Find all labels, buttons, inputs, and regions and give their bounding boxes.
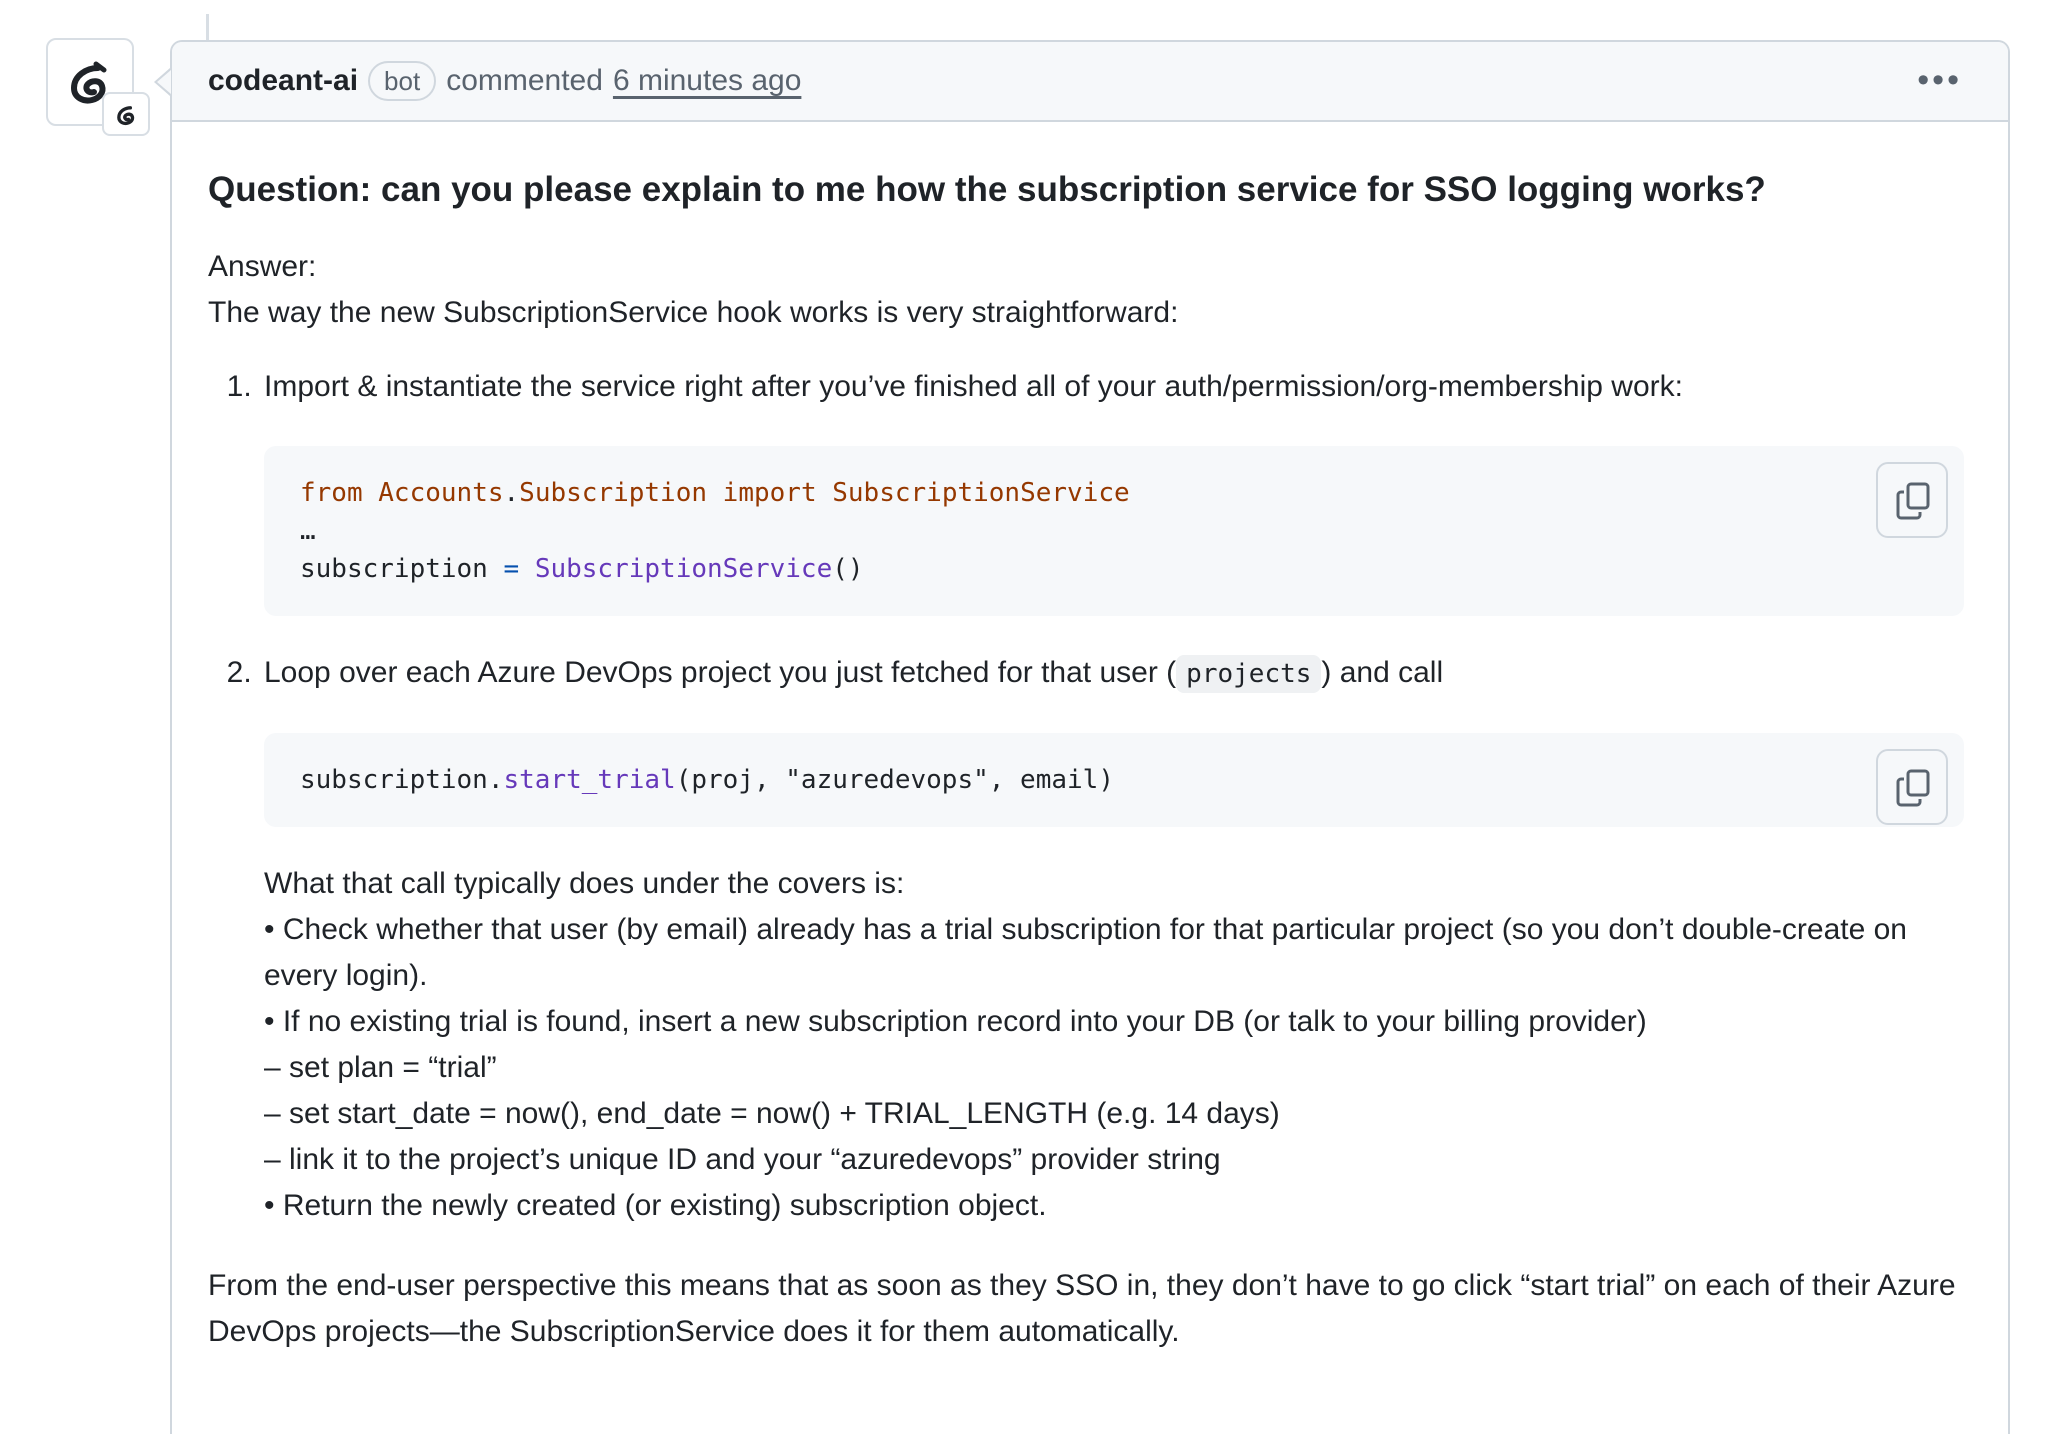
code-line: subscription.start_trial(proj, "azuredev… xyxy=(300,761,1928,799)
comment-action: commented xyxy=(446,64,603,97)
codeant-logo-small-icon xyxy=(117,106,135,126)
detail-line: • Check whether that user (by email) alr… xyxy=(264,913,1907,992)
code-token: from xyxy=(300,478,363,508)
closing-paragraph: From the end-user perspective this means… xyxy=(208,1269,1956,1348)
comment-body: Question: can you please explain to me h… xyxy=(172,168,2008,1355)
comment-timestamp-link[interactable]: 6 minutes ago xyxy=(613,64,801,98)
list-item: Import & instantiate the service right a… xyxy=(260,364,1972,616)
code-token: . xyxy=(487,765,504,795)
detail-line: What that call typically does under the … xyxy=(264,867,905,900)
bot-avatar-badge xyxy=(102,92,150,136)
answer-intro: The way the new SubscriptionService hook… xyxy=(208,296,1179,329)
code-token: SubscriptionService xyxy=(534,554,833,584)
step1-text: Import & instantiate the service right a… xyxy=(264,370,1683,403)
more-options-button[interactable]: ••• xyxy=(1917,63,1962,97)
code-token: SubscriptionService xyxy=(832,478,1130,508)
timeline-line xyxy=(206,14,209,40)
step2-text-end: ) and call xyxy=(1321,656,1444,689)
code-line: from Accounts.Subscription import Subscr… xyxy=(300,474,1928,512)
inline-code: projects xyxy=(1176,655,1322,693)
list-item: Loop over each Azure DevOps project you … xyxy=(260,650,1972,1229)
question-heading: Question: can you please explain to me h… xyxy=(208,170,1766,209)
detail-line: – set plan = “trial” xyxy=(264,1051,497,1084)
answer-label: Answer: xyxy=(208,250,317,283)
comment-header: codeant-ai bot commented 6 minutes ago •… xyxy=(172,42,2008,122)
code-token: subscription xyxy=(300,554,488,584)
code-token: Accounts xyxy=(378,478,504,508)
steps-list: Import & instantiate the service right a… xyxy=(208,364,1972,1229)
step2-text: Loop over each Azure DevOps project you … xyxy=(264,656,1177,689)
detail-line: • Return the newly created (or existing)… xyxy=(264,1189,1047,1222)
code-token: start_trial xyxy=(503,765,676,795)
code-token: . xyxy=(503,478,520,508)
code-block-import: from Accounts.Subscription import Subscr… xyxy=(264,446,1964,616)
code-token: () xyxy=(832,554,864,584)
code-token: Subscription xyxy=(519,478,708,508)
code-token: (proj, "azuredevops", email) xyxy=(675,765,1114,795)
detail-line: • If no existing trial is found, insert … xyxy=(264,1005,1647,1038)
detail-line: – set start_date = now(), end_date = now… xyxy=(264,1097,1280,1130)
copy-button[interactable] xyxy=(1876,749,1948,825)
author-name[interactable]: codeant-ai xyxy=(208,64,358,98)
code-token: = xyxy=(503,554,520,584)
code-line: … xyxy=(300,516,316,546)
code-block-call: subscription.start_trial(proj, "azuredev… xyxy=(264,733,1964,827)
comment-box: codeant-ai bot commented 6 minutes ago •… xyxy=(170,40,2010,1434)
bot-badge: bot xyxy=(368,61,437,101)
copy-icon xyxy=(1896,769,1930,807)
copy-icon xyxy=(1896,482,1930,520)
code-token: import xyxy=(722,478,817,508)
code-line: subscription = SubscriptionService() xyxy=(300,550,1928,588)
copy-button[interactable] xyxy=(1876,462,1948,538)
details-block: What that call typically does under the … xyxy=(264,861,1972,1229)
code-token: subscription xyxy=(300,765,488,795)
comment-caret-inner xyxy=(157,70,171,94)
detail-line: – link it to the project’s unique ID and… xyxy=(264,1143,1221,1176)
